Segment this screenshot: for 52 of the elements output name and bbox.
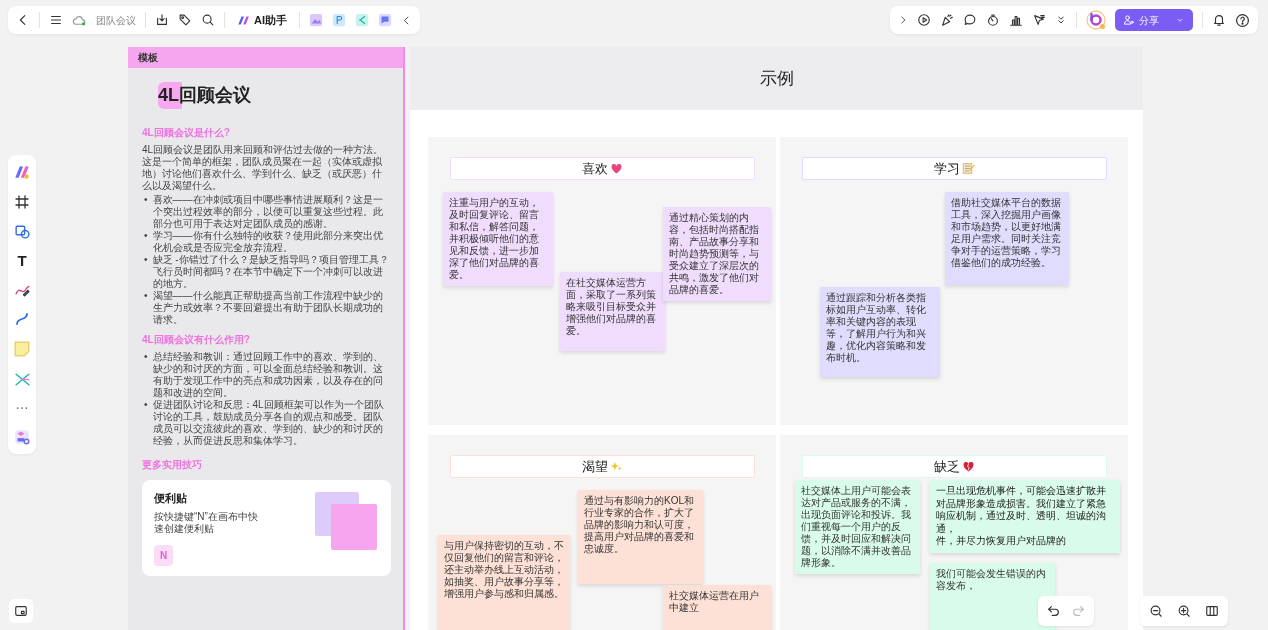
note-text: 在社交媒体运营方面，采取了一系列策略来吸引目标受众并增强他们对品牌的喜爱。 bbox=[566, 277, 657, 337]
bullet-marker: • bbox=[144, 351, 148, 364]
note-text: 社交媒体运营在用户中建立 bbox=[669, 590, 760, 614]
document-title[interactable]: 团队会议 bbox=[96, 12, 136, 28]
board-title: 示例 bbox=[759, 67, 794, 90]
bullet-marker: • bbox=[144, 194, 148, 207]
bullet-item: 喜欢——在冲刺或项目中哪些事情进展顺利？这是一个突出过程效率的部分，以便可以重复这些过程。此部分也可用于表达对定团队成员的感谢。 bbox=[152, 194, 384, 230]
note-text: 我们可能会发生错误的内容发布， bbox=[936, 568, 1047, 592]
tip-text: 按快捷键“N”在画布中快速创建便利贴 bbox=[154, 510, 259, 536]
text-tool[interactable]: T bbox=[17, 253, 27, 268]
sticky-note[interactable]: 社交媒体上用户可能会表达对产品或服务的不满，出现负面评论和投诉。我们重视每一个用户的反馈，并及时回应和解决问题，以消除不满并改善品牌形象。 bbox=[795, 480, 920, 574]
quadrant-title: 缺乏 bbox=[934, 457, 960, 476]
note-text: 注重与用户的互动，及时回复评论、留言和私信，解答问题，并积极倾听他们的意见和反馈，进一步加深了他们对品牌的喜爱。 bbox=[449, 197, 540, 281]
sticky-note[interactable]: 与用户保持密切的互动，不仅回复他们的留言和评论，还主动举办线上互动活动，如抽奖、用户故事分享等，增强用户参与感和归属感。 bbox=[438, 535, 570, 630]
share-button[interactable]: 分享 bbox=[1115, 9, 1193, 31]
bullet-item: 总结经验和教训：通过回顾工作中的喜欢、学到的、缺少的和讨厌的方面，可以全面总结经验和教训。这有助于发现工作中的亮点和成功因素，以及存在的问题和改进的空间。 bbox=[152, 351, 384, 399]
note-text: 一旦出现危机事件，可能会迅速扩散并对品牌形象造成损害。我们建立了紧急响应机制，通过及时、透明、坦诚的沟通， bbox=[936, 485, 1107, 535]
sticky-note[interactable]: 通过精心策划的内容，包括时尚搭配指南、产品故事分享和时尚趋势预测等，与受众建立了深层次的共鸣，激发了他们对品牌的喜爱。 bbox=[663, 207, 771, 301]
quadrant-title: 学习 bbox=[934, 159, 960, 178]
bullet-marker: • bbox=[144, 254, 148, 267]
note-text: 与用户保持密切的互动，不仅回复他们的留言和评论，还主动举办线上互动活动，如抽奖、用户故事分享等，增强用户参与感和归属感。 bbox=[444, 540, 564, 600]
ai-assistant-button[interactable]: AI助手 bbox=[234, 9, 290, 31]
bullet-item: 学习——你有什么独特的收获？使用此部分来突出优化机会或是否应完全放弃流程。 bbox=[152, 230, 384, 254]
note-text: 通过与有影响力的KOL和行业专家的合作，扩大了品牌的影响力和认可度，提高用户对品牌的喜爱和忠诚度。 bbox=[584, 495, 695, 555]
bullet-item: 渴望——什么能真正帮助提高当前工作流程中缺少的生产力或效率？不要回避提出有助于团队长期成功的请求。 bbox=[152, 290, 384, 326]
quadrant-title: 喜欢 bbox=[582, 159, 608, 178]
sticky-note[interactable]: 借助社交媒体平台的数据工具，深入挖掘用户画像和市场趋势，以更好地满足用户需求。同时关注竞争对手的运营策略，学习借鉴他们的成功经验。 bbox=[945, 192, 1069, 285]
bullet-item: 促进团队讨论和反思：4L回顾框架可以作为一个团队讨论的工具，鼓励成员分享各自的观点和感受。团队成员可以交流彼此的喜欢、学到的、缺少的和讨厌的经验，从而促进反思和集体学习。 bbox=[152, 399, 385, 447]
section-heading: 更多实用技巧 bbox=[142, 458, 203, 472]
shortcut-key: N bbox=[154, 544, 174, 566]
bullet-marker: • bbox=[144, 399, 148, 412]
sticky-note[interactable]: 注重与用户的互动，及时回复评论、留言和私信，解答问题，并积极倾听他们的意见和反馈，进一步加深了他们对品牌的喜爱。 bbox=[443, 192, 553, 286]
note-text: 社交媒体上用户可能会表达对产品或服务的不满，出现负面评论和投诉。我们重视每一个用户的反馈，并及时回应和解决问题，以消除不满并改善品牌形象。 bbox=[801, 485, 912, 569]
note-text: 件，并尽力恢复用户对品牌的 bbox=[936, 535, 1067, 548]
note-text: 借助社交媒体平台的数据工具，深入挖掘用户画像和市场趋势，以更好地满足用户需求。同时关注竞争对手的运营策略，学习借鉴他们的成功经验。 bbox=[951, 197, 1062, 269]
sticky-note[interactable]: 社交媒体运营在用户中建立 bbox=[663, 585, 771, 630]
sticky-note[interactable]: 在社交媒体运营方面，采取了一系列策略来吸引目标受众并增强他们对品牌的喜爱。 bbox=[560, 272, 665, 351]
sticky-note[interactable]: 一旦出现危机事件，可能会迅速扩散并对品牌形象造成损害。我们建立了紧急响应机制，通过及时、透明、坦诚的沟通， 件，并尽力恢复用户对品牌的 bbox=[930, 480, 1120, 553]
note-text: 通过跟踪和分析各类指标如用户互动率、转化率和关键内容的表现等，了解用户行为和兴趣，优化内容策略和发布时机。 bbox=[826, 292, 927, 364]
sticky-note[interactable]: 通过跟踪和分析各类指标如用户互动率、转化率和关键内容的表现等，了解用户行为和兴趣，优化内容策略和发布时机。 bbox=[820, 287, 940, 377]
section-heading: 4L回顾会议是什么? bbox=[142, 126, 231, 140]
sticky-note[interactable]: 通过与有影响力的KOL和行业专家的合作，扩大了品牌的影响力和认可度，提高用户对品牌的喜爱和忠诚度。 bbox=[578, 490, 703, 584]
section-heading: 4L回顾会议有什么作用? bbox=[142, 333, 251, 347]
bullet-marker: • bbox=[144, 230, 148, 243]
note-text: 通过精心策划的内容，包括时尚搭配指南、产品故事分享和时尚趋势预测等，与受众建立了深层次的共鸣，激发了他们对品牌的喜爱。 bbox=[669, 212, 760, 296]
sticky-note[interactable]: 我们可能会发生错误的内容发布， bbox=[930, 563, 1055, 630]
tip-title: 便利贴 bbox=[154, 491, 188, 506]
bullet-marker: • bbox=[144, 290, 148, 303]
quadrant-title: 渴望 bbox=[582, 457, 608, 476]
paragraph: 4L回顾会议是团队用来回顾和评估过去做的一种方法。这是一个简单的框架，团队成员聚在一起（实体或虚拟地）讨论他们喜欢什么、学到什么、缺乏（或厌恶）什么以及渴望什么。 bbox=[142, 144, 385, 192]
bullet-item: 缺乏 -你错过了什么？是缺乏指导吗？项目管理工具？飞行员时间都吗？在本节中确定下一个冲刺可以改进的地方。 bbox=[152, 254, 390, 290]
panel-header: 模板 bbox=[128, 47, 403, 68]
